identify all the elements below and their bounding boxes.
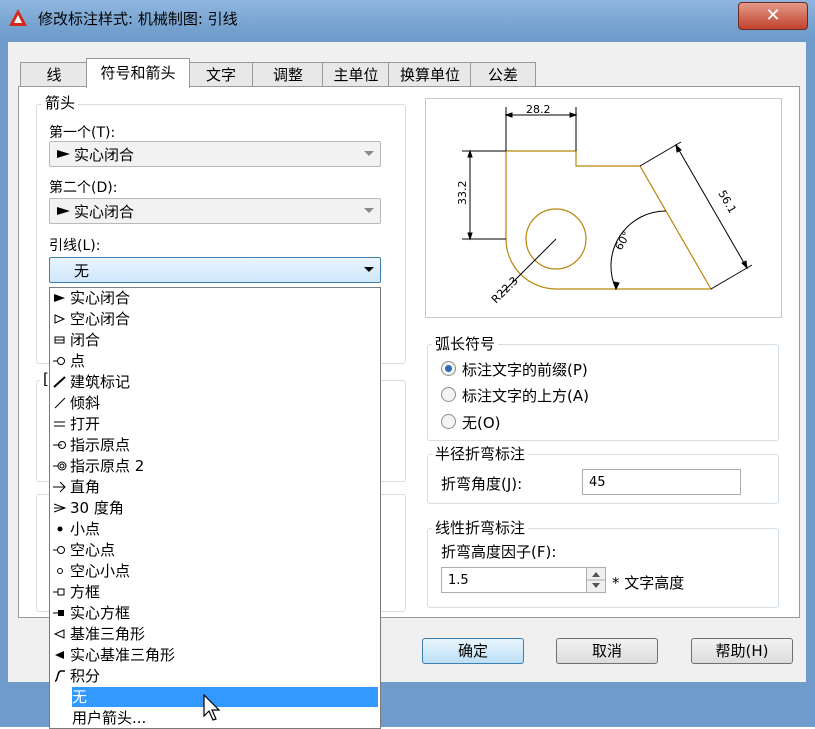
preview-dim-radius: R22.3 [489,274,521,306]
close-button[interactable]: ✕ [738,2,808,30]
tab-tolerances[interactable]: 公差 [470,62,536,87]
closed-arrow-icon [54,336,65,344]
close-icon: ✕ [765,5,781,26]
second-arrow-label: 第二个(D): [49,180,118,196]
dot-blank-icon [53,546,65,554]
leader-arrow-label: 引线(L): [49,238,101,254]
jog-height-input[interactable]: 1.5 [441,567,587,593]
right-angle-icon [53,481,66,493]
list-item[interactable]: 直角 [50,477,378,497]
cancel-button[interactable]: 取消 [556,638,658,664]
list-item[interactable]: 倾斜 [50,393,378,413]
solid-closed-arrow-icon [57,207,70,215]
list-item[interactable]: 用户箭头... [72,708,400,728]
list-item[interactable]: 小点 [50,519,378,539]
preview-dim-top: 28.2 [526,103,551,116]
list-item[interactable]: 打开 [50,414,378,434]
list-item[interactable]: 实心基准三角形 [50,645,378,665]
solid-closed-arrow-icon [57,150,70,158]
radio-above-label[interactable]: 标注文字的上方(A) [462,385,589,406]
linear-jog-group-label: 线性折弯标注 [432,519,529,537]
arc-length-group-label: 弧长符号 [432,335,499,353]
list-item[interactable]: 方框 [50,582,378,602]
jog-height-stepper[interactable] [586,567,606,593]
jog-height-label: 折弯高度因子(F): [441,543,557,561]
radius-jog-group-label: 半径折弯标注 [432,445,529,463]
preview-drawing: 28.2 33.2 56.1 60° R22.3 [456,103,753,306]
box-blank-icon [53,588,65,596]
list-item[interactable]: 基准三角形 [50,624,378,644]
tab-alternate-units[interactable]: 换算单位 [388,62,472,87]
second-arrow-value: 实心闭合 [74,203,135,221]
title-bar: 修改标注样式: 机械制图: 引线 ✕ [0,0,815,37]
ok-button[interactable]: 确定 [422,638,524,664]
second-arrow-select[interactable]: 实心闭合 [49,198,381,224]
list-item[interactable]: 点 [50,351,378,371]
stepper-arrows-icon [587,572,605,588]
autocad-logo-icon [9,9,27,26]
jog-angle-label: 折弯角度(J): [441,475,523,493]
first-arrow-select[interactable]: 实心闭合 [49,141,381,167]
radio-none-label[interactable]: 无(O) [462,412,501,433]
list-item[interactable]: 空心点 [50,540,378,560]
tab-fit[interactable]: 调整 [252,62,324,87]
leader-arrow-select[interactable]: 无 [49,257,381,283]
list-item-selected[interactable]: 无 [72,687,378,707]
open-arrow-icon [54,421,65,427]
arrowheads-group-label: 箭头 [42,94,79,112]
origin-indicator-2-icon [53,461,67,471]
preview-dim-angle: 60° [612,229,633,252]
solid-closed-arrow-icon [54,294,65,302]
help-button[interactable]: 帮助(H) [691,638,793,664]
list-item[interactable]: 实心闭合 [50,288,378,308]
first-arrow-value: 实心闭合 [74,146,135,164]
radio-above[interactable] [441,387,456,402]
datum-triangle-icon [53,629,65,639]
dot-small-blank-icon [57,568,63,574]
list-item[interactable]: 30 度角 [50,498,378,518]
leader-arrow-value: 无 [74,262,90,280]
list-item[interactable]: 闭合 [50,330,378,350]
chevron-down-icon [364,151,374,156]
integral-icon [54,670,65,682]
origin-indicator-icon [53,441,66,449]
oblique-icon [54,397,66,409]
window-title: 修改标注样式: 机械制图: 引线 [38,10,238,28]
list-item[interactable]: 指示原点 [50,435,378,455]
style-preview: 28.2 33.2 56.1 60° R22.3 [425,98,782,318]
list-item[interactable]: 建筑标记 [50,372,378,392]
dot-icon [53,357,65,365]
open-30-icon [53,503,67,513]
tab-text[interactable]: 文字 [188,62,254,87]
preview-dim-diag: 56.1 [715,188,739,216]
datum-triangle-filled-icon [55,651,64,659]
list-item[interactable]: 实心方框 [50,603,378,623]
list-item[interactable]: 空心闭合 [50,309,378,329]
tab-lines[interactable]: 线 [20,62,88,87]
radio-prefix-label[interactable]: 标注文字的前缀(P) [462,359,588,380]
chevron-down-icon [364,267,374,272]
preview-dim-left: 33.2 [456,181,469,206]
hollow-closed-arrow-icon [54,314,66,324]
list-item[interactable]: 空心小点 [50,561,378,581]
tab-symbols-arrows[interactable]: 符号和箭头 [86,58,190,88]
list-item[interactable]: 指示原点 2 [50,456,378,476]
radio-prefix[interactable] [441,361,456,376]
jog-height-suffix: * 文字高度 [612,574,685,592]
leader-arrow-dropdown[interactable]: 实心闭合 空心闭合 闭合 点 建筑标记 倾斜 打开 指示原点 指示原点 2 直角… [49,287,381,729]
jog-angle-input[interactable]: 45 [582,469,741,495]
architectural-tick-icon [53,376,66,388]
small-dot-icon [57,526,63,532]
mouse-cursor-icon [203,694,221,721]
list-item[interactable]: 积分 [50,666,378,686]
tab-primary-units[interactable]: 主单位 [322,62,390,87]
chevron-down-icon [364,208,374,213]
radio-none[interactable] [441,414,456,429]
box-filled-icon [53,610,64,616]
first-arrow-label: 第一个(T): [49,125,116,141]
